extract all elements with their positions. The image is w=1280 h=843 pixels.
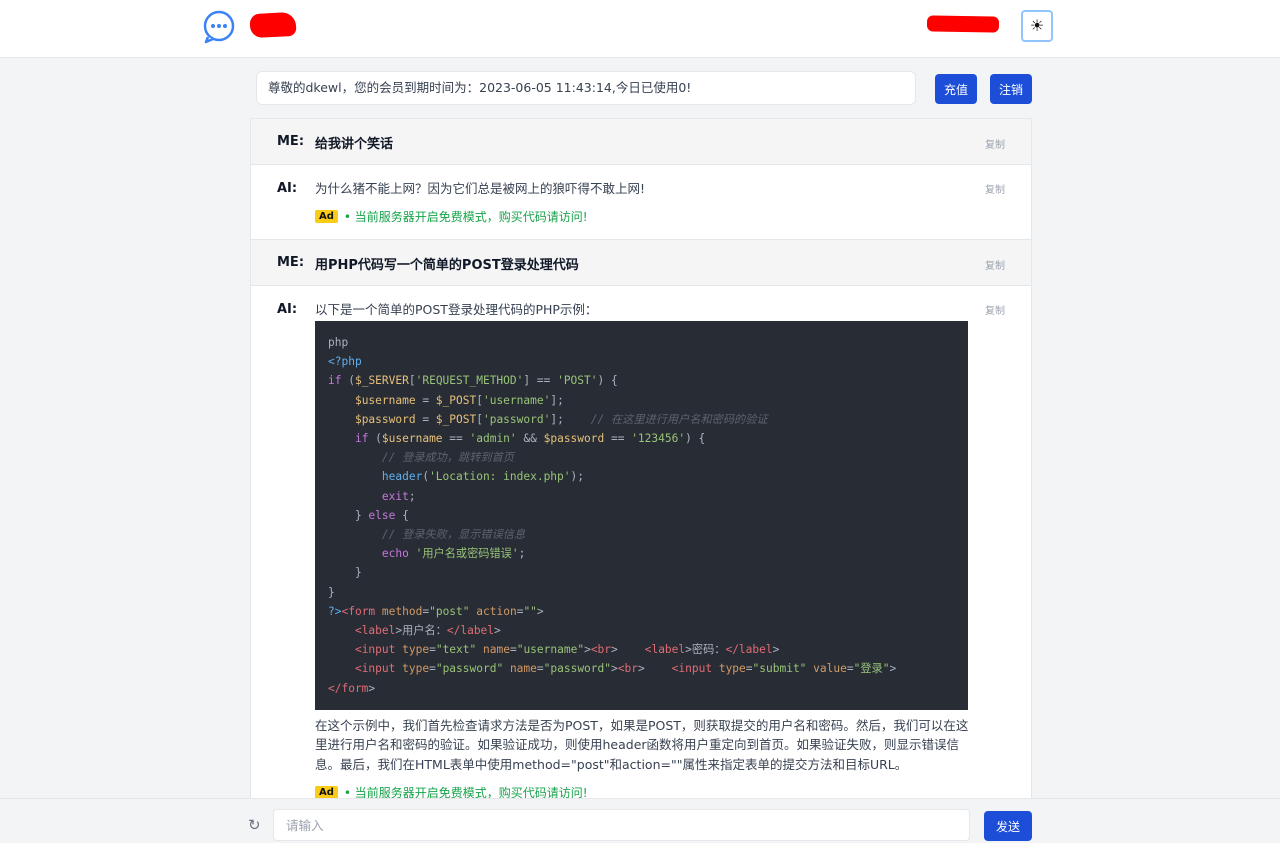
ad-link[interactable]: Ad • 当前服务器开启免费模式，购买代码请访问! xyxy=(315,784,967,798)
theme-toggle-button[interactable]: ☀ xyxy=(1021,10,1053,42)
code-line: exit; xyxy=(381,489,416,503)
message-role: ME: xyxy=(277,255,305,270)
message-explanation: 在这个示例中，我们首先检查请求方法是否为POST，如果是POST，则获取提交的用… xyxy=(315,717,969,772)
ad-text[interactable]: • 当前服务器开启免费模式，购买代码请访问! xyxy=(344,208,588,225)
message-intro: 以下是一个简单的POST登录处理代码的PHP示例： xyxy=(315,302,598,317)
code-line: } xyxy=(328,566,362,580)
recharge-button[interactable]: 充值 xyxy=(935,74,977,104)
message-text: 给我讲个笑话 xyxy=(315,137,394,152)
code-line: echo '用户名或密码错误'; xyxy=(381,547,526,561)
message-role: AI: xyxy=(277,302,298,317)
user-message: ME: 给我讲个笑话 复制 xyxy=(251,119,1031,165)
input-bar: ↻ 发送 xyxy=(0,798,1280,843)
refresh-icon[interactable]: ↻ xyxy=(248,817,264,833)
code-line: // 登录失败，显示错误信息 xyxy=(381,528,526,542)
copy-button[interactable]: 复制 xyxy=(985,257,1005,272)
sun-icon: ☀ xyxy=(1029,18,1045,35)
ad-badge: Ad xyxy=(315,210,338,223)
code-line: } xyxy=(328,585,335,599)
code-line: if ($_SERVER['REQUEST_METHOD'] == 'POST'… xyxy=(328,374,618,388)
ad-text[interactable]: • 当前服务器开启免费模式，购买代码请访问! xyxy=(344,784,588,798)
copy-button[interactable]: 复制 xyxy=(985,136,1005,151)
message-role: AI: xyxy=(277,181,298,196)
send-button[interactable]: 发送 xyxy=(984,811,1032,841)
code-line: <label>用户名：</label> xyxy=(354,624,501,638)
code-line: ?><form method="post" action=""> xyxy=(328,604,544,618)
logout-button[interactable]: 注销 xyxy=(990,74,1032,104)
code-line: </form> xyxy=(328,681,376,695)
message-role: ME: xyxy=(277,134,305,149)
copy-button[interactable]: 复制 xyxy=(985,302,1005,317)
code-line: $username = $_POST['username']; xyxy=(354,393,564,407)
code-line: header('Location: index.php'); xyxy=(381,470,584,484)
membership-notice: 尊敬的dkewl，您的会员到期时间为：2023-06-05 11:43:14,今… xyxy=(256,71,916,105)
code-line: } else { xyxy=(328,508,409,522)
copy-button[interactable]: 复制 xyxy=(985,181,1005,196)
user-message: ME: 用PHP代码写一个简单的POST登录处理代码 复制 xyxy=(251,240,1031,286)
code-line: <?php xyxy=(328,355,362,369)
ai-message: AI: 复制 为什么猪不能上网？因为它们总是被网上的狼吓得不敢上网! Ad • … xyxy=(251,165,1031,240)
username-redacted xyxy=(926,15,1000,33)
code-line: <input type="text" name="username"><br> … xyxy=(354,643,780,657)
code-line: php xyxy=(328,336,349,349)
message-input[interactable] xyxy=(273,809,970,841)
ad-badge: Ad xyxy=(315,786,338,798)
ad-link[interactable]: Ad • 当前服务器开启免费模式，购买代码请访问! xyxy=(315,208,967,225)
ai-message: AI: 复制 以下是一个简单的POST登录处理代码的PHP示例： php <?ph… xyxy=(251,286,1031,798)
chat-log[interactable]: ME: 给我讲个笑话 复制 AI: 复制 为什么猪不能上网？因为它们总是被网上的… xyxy=(250,118,1032,798)
message-text: 为什么猪不能上网？因为它们总是被网上的狼吓得不敢上网! xyxy=(315,181,646,196)
chat-bubble-icon[interactable] xyxy=(202,10,236,44)
code-block[interactable]: php <?php if ($_SERVER['REQUEST_METHOD'] =… xyxy=(315,321,968,710)
brand-name-redacted xyxy=(249,11,297,39)
code-line: if ($username == 'admin' && $password ==… xyxy=(354,432,706,446)
code-line: $password = $_POST['password']; // 在这里进行… xyxy=(354,412,768,426)
message-text: 用PHP代码写一个简单的POST登录处理代码 xyxy=(315,258,579,273)
code-line: <input type="password" name="password"><… xyxy=(354,662,897,676)
code-line: // 登录成功，跳转到首页 xyxy=(381,451,514,465)
app-header: ☀ xyxy=(0,0,1280,58)
